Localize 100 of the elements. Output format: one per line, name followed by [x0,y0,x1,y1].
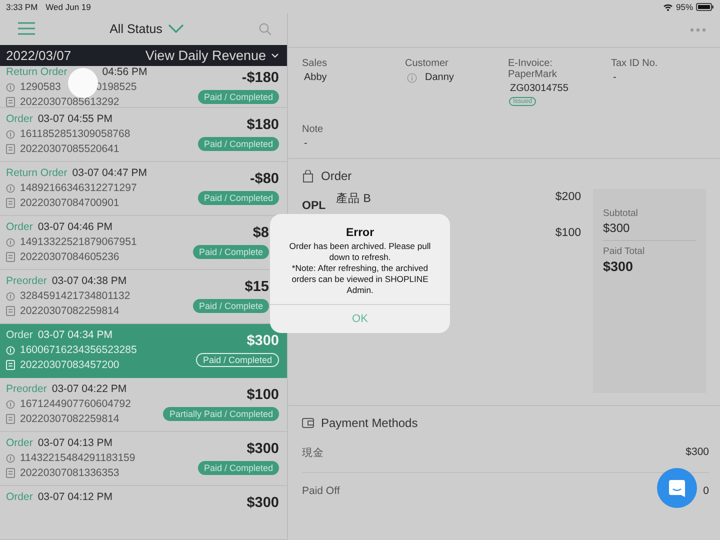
order-amount: $15 [244,279,269,296]
battery-percent: 95% [676,2,693,12]
field-label: Customer [405,58,450,69]
payment-amount: 0 [703,485,709,497]
order-type: Return Order [6,167,68,180]
receipt-icon [6,252,15,262]
field-label: E-Invoice: PaperMark [508,58,558,80]
order-time: 03-07 04:13 PM [38,437,113,450]
view-daily-revenue-button[interactable]: View Daily Revenue [145,48,279,63]
status-badge: Paid / Complete [192,299,269,314]
order-number: 1290583 [20,81,61,94]
caret-icon [271,53,279,58]
info-icon[interactable] [407,72,417,82]
coin-icon [6,82,15,92]
product-price: $200 [555,191,581,203]
receipt-number: 20220307085613292 [20,96,120,108]
receipt-icon [6,144,15,154]
section-title: Payment Methods [321,416,418,430]
coin-icon [6,238,15,247]
field-label: Sales [302,58,328,69]
chat-button[interactable] [657,468,697,508]
order-number: 3284591421734801132 [20,290,130,302]
order-row[interactable]: Order 03-07 04:12 PM $300 [0,486,287,540]
order-time: 03-07 04:55 PM [38,113,113,126]
battery-icon [696,2,714,10]
bag-icon [302,170,314,182]
order-row[interactable]: Preorder 03-07 04:22 PM 1671244907760604792 20220307082259814 $100 Partially Paid / Completed [0,378,287,432]
receipt-number: 20220307082259814 [20,305,120,318]
status-badge: Paid / Complete [192,245,269,260]
order-type: Preorder [6,383,47,396]
status-date: Wed Jun 19 [46,2,91,12]
dialog-message: *Note: After refreshing, the archived orders can be viewed in SHOPLINE Admin. [290,263,430,296]
coin-icon [6,292,15,301]
product-price: $100 [555,227,581,239]
receipt-icon [6,360,15,370]
order-number: 1671244907760604792 [20,398,131,410]
summary-value: $300 [603,259,634,274]
order-number: 16006716234356523285 [20,344,137,356]
field-label: Tax ID No. [611,58,659,69]
chevron-down-icon [168,24,184,34]
order-type: Preorder [6,275,47,288]
order-time: 03-07 04:12 PM [38,491,113,504]
wallet-icon [302,417,314,429]
order-row[interactable]: Order 03-07 04:13 PM 11432215484291183159 20220307081336353 $300 Paid / Completed [0,432,287,486]
product-name: 產品 B [336,192,371,206]
receipt-icon [6,414,15,424]
menu-icon[interactable] [18,22,35,36]
field-value: Abby [304,72,327,83]
field-value: - [613,72,616,83]
order-time: 03-07 04:47 PM [72,167,147,180]
payment-label: 現金 [302,446,324,460]
wifi-icon [662,2,673,10]
list-date: 2022/03/07 [6,48,72,63]
order-row[interactable]: Return Order 03-07 04:47 PM 14892166346312271297 20220307084700901 -$80 Paid / Completed [0,162,287,216]
search-icon[interactable] [259,22,271,35]
status-badge: Paid / Completed [198,461,279,476]
summary-label: Paid Total [603,246,646,257]
status-badge: Paid / Completed [198,90,279,104]
status-badge: Paid / Completed [196,353,279,368]
section-title: Order [321,169,352,183]
order-number: 0198525 [96,81,137,94]
order-time: 04:56 PM [102,66,148,78]
field-label: Note [302,124,324,134]
order-amount: $100 [246,387,279,404]
receipt-number: 20220307084700901 [20,197,120,210]
status-badge: Paid / Completed [198,137,279,152]
field-value: ZG03014755 [510,83,568,94]
summary-label: Subtotal [603,208,639,219]
status-badge: Partially Paid / Completed [163,407,279,422]
order-amount: $300 [246,495,279,512]
status-badge: Paid / Completed [198,191,279,206]
more-icon[interactable] [690,28,706,32]
receipt-number: 20220307083457200 [20,359,120,372]
product-thumbnail-text: OPL [302,200,327,212]
coin-icon [6,454,15,463]
order-time: 03-07 04:22 PM [52,383,127,396]
order-row[interactable]: Order 03-07 04:55 PM 1611852851309058768 20220307085520641 $180 Paid / Completed [0,108,287,162]
status-filter[interactable]: All Status [110,22,184,36]
order-amount: $300 [246,333,279,350]
order-time: 03-07 04:38 PM [52,275,127,288]
receipt-number: 20220307082259814 [20,413,120,426]
receipt-icon [6,306,15,316]
status-time: 3:33 PM [6,2,38,12]
order-type: Order [6,113,33,126]
order-number: 14892166346312271297 [20,182,137,194]
order-type: Return Order [6,66,68,78]
receipt-icon [6,97,15,108]
order-type: Order [6,329,33,342]
order-type: Order [6,491,33,504]
receipt-number: 20220307084605236 [20,251,120,264]
field-value: - [304,138,308,148]
receipt-number: 20220307085520641 [20,143,120,156]
order-number: 1611852851309058768 [20,128,130,140]
order-time: 03-07 04:46 PM [38,221,113,234]
order-amount: $300 [246,441,279,458]
receipt-icon [6,468,15,478]
coin-icon [6,400,15,409]
order-amount: -$80 [250,171,279,188]
receipt-number: 20220307081336353 [20,467,120,480]
order-type: Order [6,437,33,450]
